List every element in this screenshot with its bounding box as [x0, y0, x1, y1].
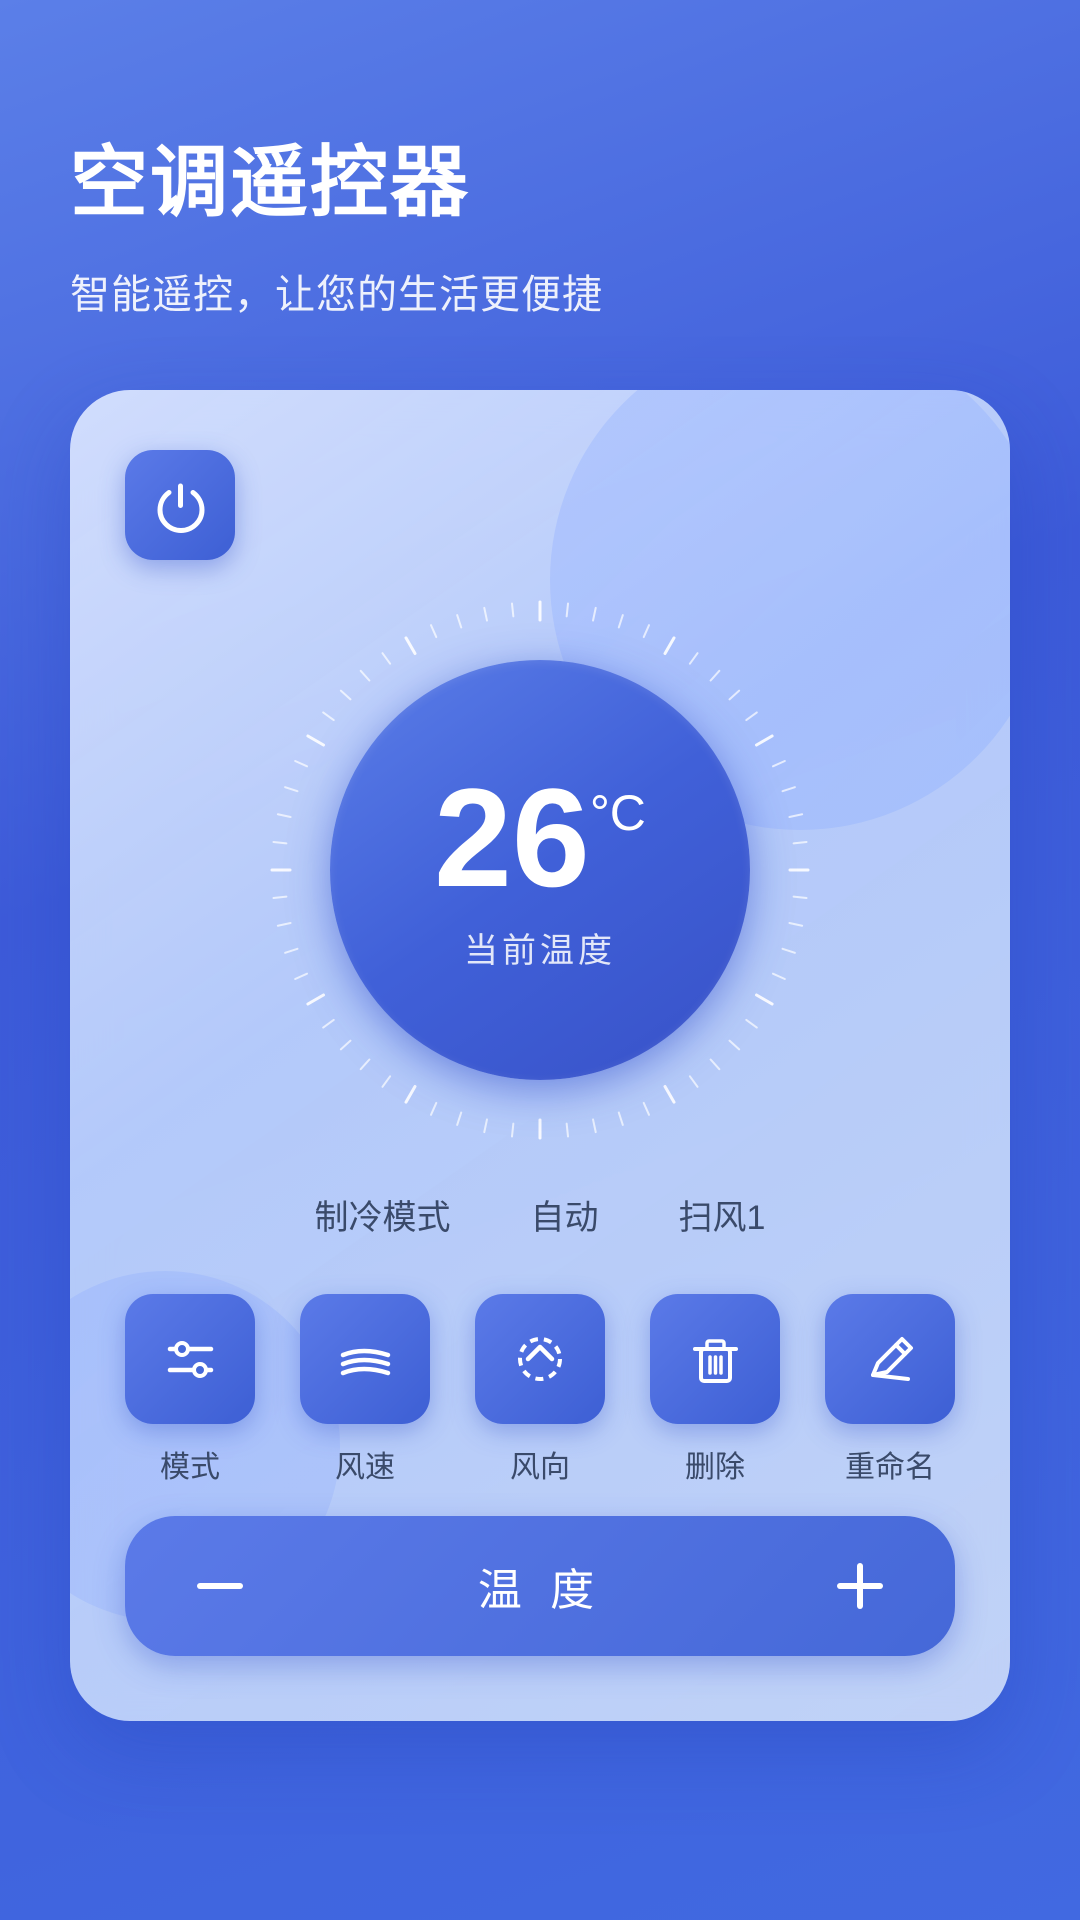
rename-control: 重命名 [825, 1294, 955, 1486]
rename-button[interactable] [825, 1294, 955, 1424]
app-subtitle: 智能遥控，让您的生活更便捷 [70, 262, 1010, 320]
direction-button[interactable] [475, 1294, 605, 1424]
direction-control: 风向 [475, 1294, 605, 1486]
temperature-display: 26°C [434, 768, 646, 908]
rename-label: 重命名 [845, 1442, 935, 1486]
mode-label: 模式 [160, 1442, 220, 1486]
direction-label: 风向 [510, 1442, 570, 1486]
mode-control: 模式 [125, 1294, 255, 1486]
remote-card: // This won't run in SVG context, using … [70, 390, 1010, 1721]
status-row: 制冷模式 自动 扫风1 [125, 1190, 955, 1239]
temp-label: 当前温度 [464, 923, 616, 972]
mode-status: 制冷模式 [315, 1190, 451, 1239]
fan-status: 自动 [531, 1190, 599, 1239]
delete-label: 删除 [685, 1442, 745, 1486]
wind-status: 扫风1 [679, 1190, 766, 1239]
delete-control: 删除 [650, 1294, 780, 1486]
fan-button[interactable] [300, 1294, 430, 1424]
mode-button[interactable] [125, 1294, 255, 1424]
fan-label: 风速 [335, 1442, 395, 1486]
temp-unit: °C [590, 788, 646, 838]
temp-control-bar: 温 度 [125, 1516, 955, 1656]
fan-control: 风速 [300, 1294, 430, 1486]
delete-button[interactable] [650, 1294, 780, 1424]
temp-bar-label: 温 度 [478, 1554, 602, 1618]
temperature-dial[interactable]: // This won't run in SVG context, using … [125, 590, 955, 1150]
dial-inner: 26°C 当前温度 [330, 660, 750, 1080]
power-button[interactable] [125, 450, 235, 560]
temp-decrease-button[interactable] [185, 1551, 255, 1621]
temp-increase-button[interactable] [825, 1551, 895, 1621]
app-title: 空调遥控器 [70, 120, 1010, 232]
temp-number: 26 [434, 768, 590, 908]
controls-row: 模式 风速 [125, 1294, 955, 1486]
